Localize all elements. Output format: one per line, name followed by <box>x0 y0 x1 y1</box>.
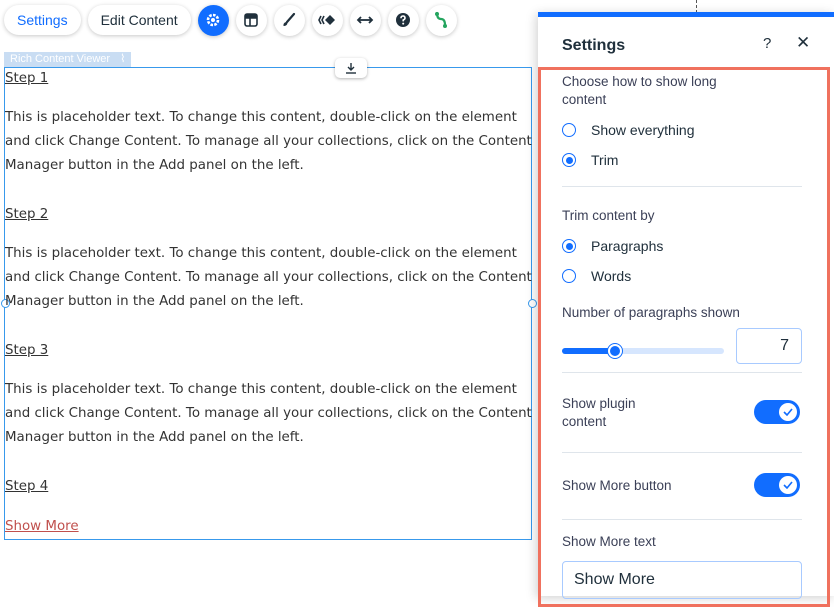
radio-label: Trim <box>591 152 619 168</box>
slider-fill <box>562 348 616 354</box>
close-icon[interactable]: ✕ <box>796 33 810 53</box>
plugin-content-label: Show plugin content <box>562 396 636 429</box>
element-name-tag: Rich Content Viewer ⌇ <box>4 52 132 67</box>
paragraphs-number-input[interactable]: 7 <box>736 328 802 364</box>
check-icon <box>783 481 793 489</box>
paragraphs-slider[interactable] <box>562 344 724 358</box>
edit-content-button[interactable]: Edit Content <box>87 5 191 35</box>
radio-selected-icon <box>562 239 576 253</box>
drag-down-button[interactable] <box>335 58 367 78</box>
radio-unselected-icon <box>562 269 576 283</box>
element-name-label: Rich Content Viewer <box>10 53 111 65</box>
show-more-button-label: Show More button <box>562 478 672 493</box>
radio-words[interactable]: Words <box>562 268 631 284</box>
step-heading: Step 4 <box>5 479 49 494</box>
step-paragraph: This is placeholder text. To change this… <box>5 110 532 173</box>
gear-icon <box>206 13 220 27</box>
divider <box>562 186 802 187</box>
radio-show-everything[interactable]: Show everything <box>562 122 695 138</box>
radio-paragraphs[interactable]: Paragraphs <box>562 238 663 254</box>
show-more-text-input[interactable]: Show More <box>562 561 802 599</box>
divider <box>562 452 802 453</box>
gear-button[interactable] <box>197 4 229 36</box>
radio-label: Paragraphs <box>591 238 664 254</box>
divider <box>562 372 802 373</box>
step-heading: Step 3 <box>5 343 49 358</box>
layout-icon <box>244 13 258 27</box>
design-button[interactable] <box>273 4 305 36</box>
step-heading: Step 1 <box>5 71 49 86</box>
step-paragraph: This is placeholder text. To change this… <box>5 382 532 445</box>
panel-title: Settings <box>562 37 626 54</box>
help-icon <box>396 13 411 27</box>
layout-button[interactable] <box>235 4 267 36</box>
radio-label: Show everything <box>591 122 695 138</box>
divider <box>562 519 802 520</box>
settings-button[interactable]: Settings <box>4 5 81 35</box>
connect-button[interactable] <box>425 4 457 36</box>
stretch-button[interactable] <box>349 4 381 36</box>
check-icon <box>783 408 793 416</box>
brush-icon <box>283 12 296 26</box>
help-icon[interactable]: ? <box>763 35 771 52</box>
step-heading: Step 2 <box>5 207 49 222</box>
radio-unselected-icon <box>562 123 576 137</box>
step-paragraph: This is placeholder text. To change this… <box>5 246 532 309</box>
connect-icon <box>435 11 448 28</box>
show-more-text-label: Show More text <box>562 534 656 549</box>
help-button[interactable] <box>387 4 419 36</box>
radio-selected-icon <box>562 153 576 167</box>
animation-icon <box>318 15 336 25</box>
show-more-link[interactable]: Show More <box>5 519 79 534</box>
long-content-label: Choose how to show long content <box>562 74 717 107</box>
element-toolbar: Settings Edit Content <box>4 4 464 36</box>
plugin-content-toggle[interactable] <box>754 400 800 424</box>
paragraphs-shown-label: Number of paragraphs shown <box>562 305 740 320</box>
toggle-knob <box>779 403 797 421</box>
stretch-icon <box>356 16 374 24</box>
download-icon <box>346 63 356 74</box>
settings-panel: Settings ? ✕ Choose how to show long con… <box>538 12 834 607</box>
radio-trim[interactable]: Trim <box>562 152 618 168</box>
show-more-button-toggle[interactable] <box>754 473 800 497</box>
trim-by-label: Trim content by <box>562 208 655 223</box>
animation-button[interactable] <box>311 4 343 36</box>
radio-label: Words <box>591 268 632 284</box>
connect-small-icon: ⌇ <box>120 53 126 65</box>
toggle-knob <box>779 476 797 494</box>
